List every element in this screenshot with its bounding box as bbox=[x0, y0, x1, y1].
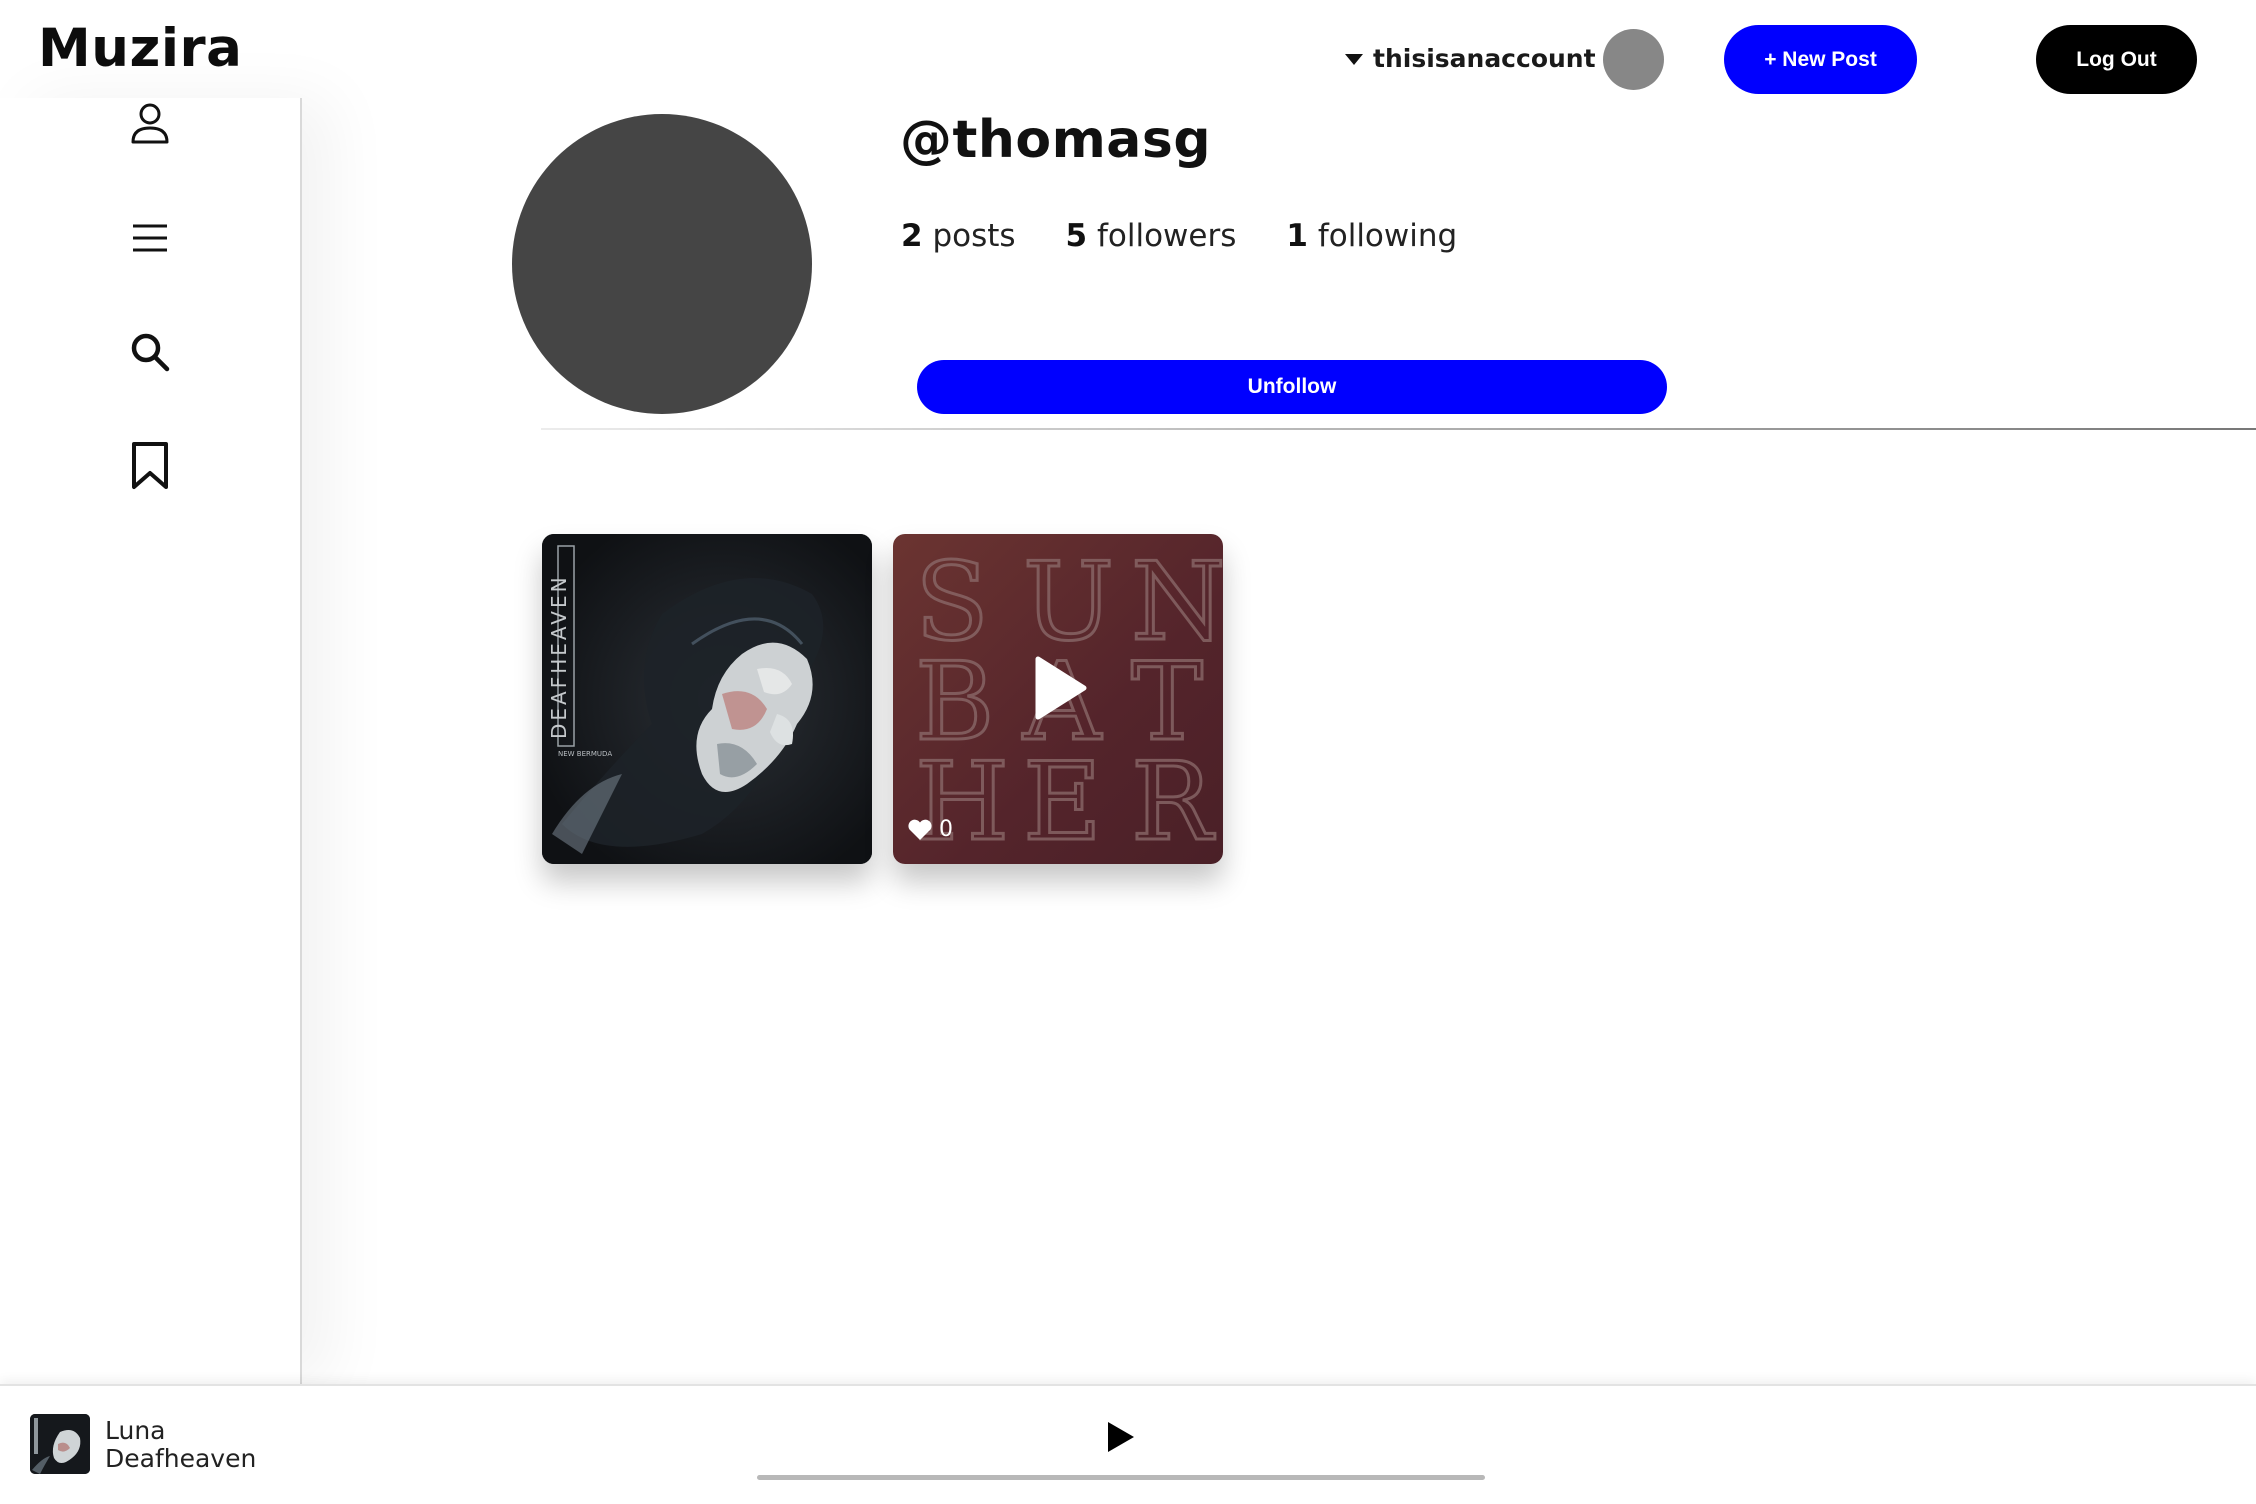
caret-down-icon bbox=[1345, 54, 1363, 65]
cover-caption: NEW BERMUDA bbox=[558, 750, 612, 758]
album-cover-art: DEAFHEAVEN NEW BERMUDA bbox=[542, 534, 872, 864]
followers-count: 5 bbox=[1065, 218, 1088, 254]
progress-bar[interactable] bbox=[757, 1475, 1485, 1480]
profile-avatar bbox=[512, 114, 812, 414]
cover-letter: E bbox=[1023, 740, 1102, 864]
bookmark-icon[interactable] bbox=[124, 440, 176, 492]
sidebar bbox=[0, 98, 302, 1384]
music-player: Luna Deafheaven bbox=[0, 1384, 2256, 1504]
posts-label: posts bbox=[932, 218, 1016, 254]
play-pause-icon[interactable] bbox=[1106, 1420, 1136, 1454]
cover-letter: R bbox=[1131, 740, 1215, 864]
svg-text:DEAFHEAVEN: DEAFHEAVEN bbox=[547, 574, 571, 739]
heart-icon bbox=[908, 819, 932, 840]
profile-handle: @thomasg bbox=[900, 110, 1212, 170]
profile-stats: 2 posts 5 followers 1 following bbox=[901, 218, 1457, 254]
post-tile-new-bermuda[interactable]: DEAFHEAVEN NEW BERMUDA bbox=[542, 534, 872, 864]
unfollow-button[interactable]: Unfollow bbox=[917, 360, 1667, 414]
logout-button[interactable]: Log Out bbox=[2036, 25, 2197, 94]
new-post-button[interactable]: + New Post bbox=[1724, 25, 1917, 94]
search-icon[interactable] bbox=[124, 326, 176, 378]
now-playing-thumbnail[interactable] bbox=[30, 1414, 90, 1474]
post-tile-sunbather[interactable]: S U N B A T H E R 0 bbox=[893, 534, 1223, 864]
track-title: Luna bbox=[105, 1416, 166, 1445]
top-bar: thisisanaccount + New Post Log Out bbox=[0, 24, 2256, 96]
following-label: following bbox=[1317, 218, 1458, 254]
account-switcher[interactable]: thisisanaccount bbox=[1345, 44, 1596, 73]
like-count[interactable]: 0 bbox=[907, 817, 953, 842]
play-icon[interactable] bbox=[1034, 656, 1088, 720]
track-artist: Deafheaven bbox=[105, 1444, 257, 1473]
followers-stat[interactable]: 5 followers bbox=[1066, 218, 1237, 254]
menu-icon[interactable] bbox=[124, 212, 176, 264]
likes-value: 0 bbox=[939, 817, 953, 842]
followers-label: followers bbox=[1096, 218, 1237, 254]
posts-count: 2 bbox=[901, 218, 923, 254]
account-name: thisisanaccount bbox=[1373, 44, 1596, 73]
profile-divider bbox=[541, 428, 2256, 430]
following-count: 1 bbox=[1286, 218, 1308, 254]
cover-letter: H bbox=[915, 740, 1009, 864]
user-avatar[interactable] bbox=[1603, 29, 1664, 90]
posts-stat: 2 posts bbox=[901, 218, 1016, 254]
user-icon[interactable] bbox=[124, 98, 176, 150]
following-stat[interactable]: 1 following bbox=[1286, 218, 1457, 254]
